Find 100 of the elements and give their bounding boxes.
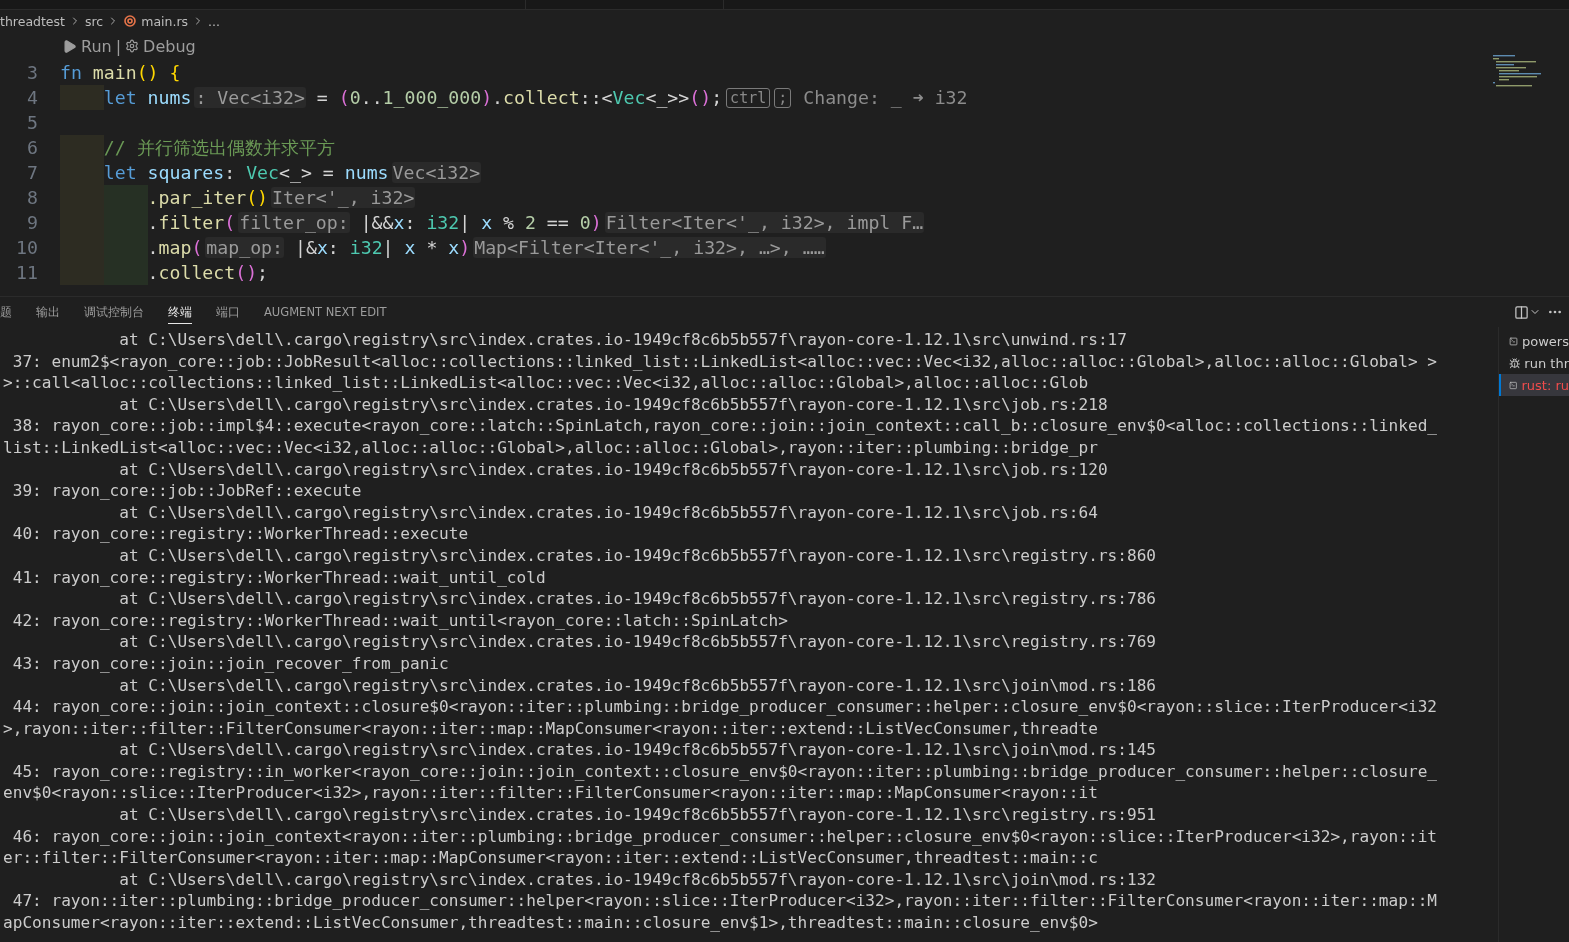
terminal-list-item[interactable]: powers xyxy=(1499,330,1569,352)
bug-icon xyxy=(1509,355,1521,371)
inlay-hint: filter_op: xyxy=(238,212,350,233)
code-token: ) xyxy=(481,87,493,108)
keycap: ctrl xyxy=(726,87,771,108)
terminal-line: at C:\Users\dell\.cargo\registry\src\index.crates.io-1949cf8c6b5b557f\rayon-core-1.12.1\src\registry.rs:951 xyxy=(118,804,1158,826)
line-number: 6 xyxy=(26,137,38,158)
inlay-hint: Iter<'_, i32> xyxy=(271,187,416,208)
code-token: nums xyxy=(344,162,389,183)
code-token: 1_000_000 xyxy=(382,87,482,108)
terminal-list-item[interactable]: rust: ru xyxy=(1499,374,1569,396)
breadcrumb-item[interactable]: threadtest xyxy=(0,13,65,29)
split-icon[interactable] xyxy=(1514,304,1529,320)
keycap: ; xyxy=(774,87,792,108)
terminal-line: at C:\Users\dell\.cargo\registry\src\index.crates.io-1949cf8c6b5b557f\rayon-core-1.12.1\src\job.rs:64 xyxy=(118,501,1099,524)
line-number: 5 xyxy=(26,112,38,133)
code-token: x xyxy=(481,212,493,233)
separator: | xyxy=(115,36,122,56)
terminal-line: 47: rayon::iter::plumbing::bridge_producer_consumer::helper<rayon::slice::IterProducer<i32>,rayon::iter::filter::FilterConsumer<rayon::iter::map::M xyxy=(11,890,1438,913)
code-token: | xyxy=(459,212,472,233)
terminal-line: 46: rayon_core::join::join_context<rayon::iter::plumbing::bridge_producer_consumer::helper::closure_env$0<rayon::slice::IterProducer<i32>,rayon::it xyxy=(11,825,1438,848)
code-token: let xyxy=(103,87,138,108)
terminal-line: at C:\Users\dell\.cargo\registry\src\index.crates.io-1949cf8c6b5b557f\rayon-core-1.12.1\src\unwind.rs:17 xyxy=(118,329,1128,351)
line-number: 4 xyxy=(26,87,38,108)
code-token: Vec xyxy=(612,87,646,108)
code-token: ( xyxy=(191,237,203,258)
terminal-line: at C:\Users\dell\.cargo\registry\src\index.crates.io-1949cf8c6b5b557f\rayon-core-1.12.1\src\join\mod.rs:186 xyxy=(118,674,1158,697)
code-token: fn xyxy=(60,62,83,83)
code-token: nums xyxy=(147,87,192,108)
code-token: () xyxy=(136,62,159,83)
gear-icon xyxy=(125,39,140,53)
code-token: : xyxy=(404,212,417,233)
code-token: ) xyxy=(459,237,471,258)
code-token: () xyxy=(235,262,258,283)
code-token: <_>> xyxy=(645,87,690,108)
inlay-hint: Vec<i32> xyxy=(391,162,482,183)
code-token: . xyxy=(147,237,159,258)
breadcrumb-item[interactable]: src xyxy=(85,13,104,29)
terminal-line: 44: rayon_core::join::join_context::closure$0<rayon::iter::plumbing::bridge_producer_consumer::helper::closure_env$0<rayon::slice::IterProducer<i32 xyxy=(11,696,1438,718)
rust-file-icon xyxy=(123,14,138,28)
code-token: .par_iter xyxy=(147,187,247,208)
terminal-line: at C:\Users\dell\.cargo\registry\src\index.crates.io-1949cf8c6b5b557f\rayon-core-1.12.1\src\join\mod.rs:132 xyxy=(118,868,1158,891)
code-token: ::< xyxy=(579,87,613,108)
code-token: x xyxy=(448,237,460,258)
breadcrumb-item[interactable]: ... xyxy=(208,13,220,29)
terminal-line: env$0<rayon::slice::IterProducer<i32>,rayon::iter::filter::FilterConsumer<rayon::iter::map::MapConsumer<rayon::it xyxy=(3,782,1099,805)
code-token: i32 xyxy=(426,212,460,233)
code-token: filter xyxy=(158,212,225,233)
terminal-line: 37: enum2$<rayon_core::job::JobResult<alloc::collections::linked_list::LinkedList<alloc::vec::Vec<i32,alloc::alloc::Global>,alloc::alloc::Global> > xyxy=(11,350,1438,373)
code-token: 0 xyxy=(579,212,591,233)
inlay-hint: Filter<Iter<'_, i32>, impl F… xyxy=(604,212,925,233)
code-token: { xyxy=(168,62,181,83)
code-token: main xyxy=(92,62,137,83)
terminal-line: apConsumer<rayon::iter::extend::ListVecConsumer,threadtest::main::closure_env$1>,threadtest::main::closure_env$0> xyxy=(3,912,1099,934)
breadcrumb-item[interactable]: main.rs xyxy=(141,13,189,29)
terminal-line: at C:\Users\dell\.cargo\registry\src\index.crates.io-1949cf8c6b5b557f\rayon-core-1.12.1\src\registry.rs:769 xyxy=(118,631,1158,653)
terminal-line: 40: rayon_core::registry::WorkerThread::execute xyxy=(11,523,470,545)
inlay-hint: Map<Filter<Iter<'_, i32>, …>, …… xyxy=(473,237,826,258)
line-number: 7 xyxy=(26,162,38,183)
code-token: |& xyxy=(293,237,317,258)
panel-tab[interactable]: 终端 xyxy=(168,300,192,324)
code-token: : xyxy=(327,237,340,258)
terminal-line: 38: rayon_core::job::impl$4::execute<rayon_core::latch::SpinLatch,rayon_core::join::join_context::call_b::closure_env$0<alloc::collections::linked_ xyxy=(11,415,1438,437)
terminal-line: list::LinkedList<alloc::vec::Vec<i32,alloc::alloc::Global>,alloc::alloc::Global>,rayon::iter::plumbing::bridge_pr xyxy=(3,436,1099,459)
terminal-line: 39: rayon_core::job::JobRef::execute xyxy=(11,480,363,502)
code-token: 2 xyxy=(524,212,536,233)
terminal-line: 41: rayon_core::registry::WorkerThread::wait_until_cold xyxy=(11,566,547,589)
terminal-line: 45: rayon_core::registry::in_worker<rayon_core::join::join_context::closure_env$0<rayon::iter::plumbing::bridge_producer_consumer::helper::closure_ xyxy=(11,760,1438,783)
code-token: collect xyxy=(503,87,580,108)
code-token: ( xyxy=(338,87,350,108)
code-token: * xyxy=(425,237,439,258)
code-token: i32 xyxy=(349,237,383,258)
code-token: ; xyxy=(257,262,269,283)
code-token: ) xyxy=(590,212,602,233)
terminal-line: er::filter::FilterConsumer<rayon::iter::map::MapConsumer<rayon::iter::extend::ListVecConsumer,threadtest::main::c xyxy=(3,847,1099,869)
terminal-line: at C:\Users\dell\.cargo\registry\src\index.crates.io-1949cf8c6b5b557f\rayon-core-1.12.1\src\job.rs:218 xyxy=(118,393,1109,416)
terminal-list-item[interactable]: run thr xyxy=(1499,352,1569,374)
panel-tab[interactable]: 输出 xyxy=(36,300,60,324)
inlay-hint: : Vec<i32> xyxy=(194,87,306,108)
panel-tab[interactable]: 题 xyxy=(0,300,12,324)
code-token: squares xyxy=(147,162,225,183)
terminal-line: at C:\Users\dell\.cargo\registry\src\index.crates.io-1949cf8c6b5b557f\rayon-core-1.12.1\src\registry.rs:860 xyxy=(118,544,1158,567)
code-token: . xyxy=(492,87,504,108)
codelens-link[interactable]: Debug xyxy=(143,36,196,56)
code-token: 0 xyxy=(349,87,361,108)
line-number: 9 xyxy=(26,212,38,233)
code-token: () xyxy=(689,87,712,108)
code-token: | xyxy=(382,237,395,258)
panel-tab[interactable]: 调试控制台 xyxy=(84,300,144,324)
line-number: 11 xyxy=(15,262,38,283)
terminal-line: >::call<alloc::collections::linked_list::LinkedList<alloc::vec::Vec<i32,alloc::alloc::Global>,alloc::alloc::Glob xyxy=(3,372,1090,394)
code-token: . xyxy=(147,212,159,233)
panel-tab[interactable]: 端口 xyxy=(216,300,240,324)
code-token: Vec xyxy=(246,162,280,183)
panel-tab[interactable]: AUGMENT NEXT EDIT xyxy=(264,301,387,323)
terminal-line: at C:\Users\dell\.cargo\registry\src\index.crates.io-1949cf8c6b5b557f\rayon-core-1.12.1\src\join\mod.rs:145 xyxy=(118,739,1158,761)
code-token: |&& xyxy=(359,212,394,233)
codelens-link[interactable]: Run xyxy=(81,36,112,56)
terminal-line: 43: rayon_core::join::join_recover_from_panic xyxy=(11,652,450,675)
terminal-line: at C:\Users\dell\.cargo\registry\src\index.crates.io-1949cf8c6b5b557f\rayon-core-1.12.1\src\job.rs:120 xyxy=(118,458,1109,481)
